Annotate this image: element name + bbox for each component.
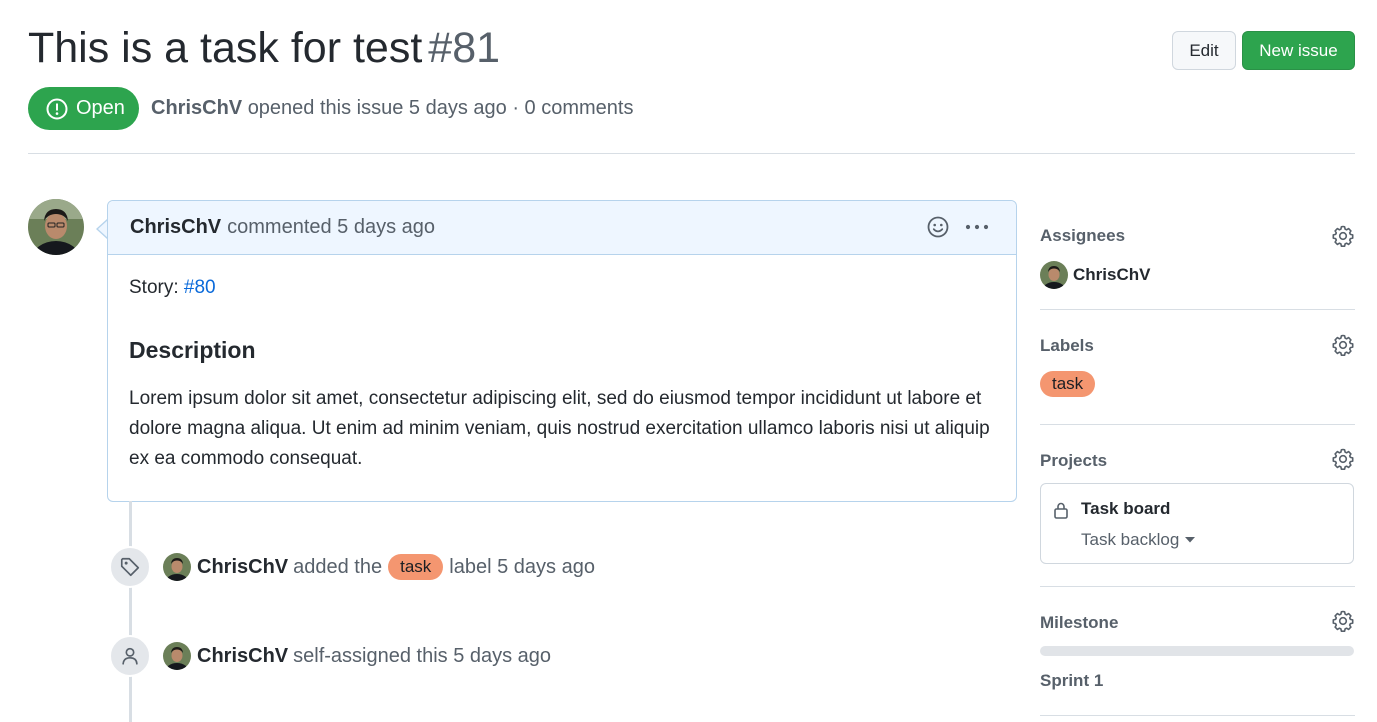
- comment-timestamp[interactable]: commented 5 days ago: [227, 216, 435, 239]
- event-label-task[interactable]: task: [388, 554, 444, 580]
- sidebar-divider: [1040, 424, 1355, 425]
- sidebar-milestone: Milestone: [1040, 610, 1355, 633]
- event-actor[interactable]: ChrisChV: [197, 556, 288, 579]
- tag-icon: [120, 557, 140, 577]
- avatar-image: [28, 199, 84, 255]
- issue-meta: ChrisChV opened this issue 5 days ago · …: [151, 96, 633, 120]
- comment-author[interactable]: ChrisChV: [130, 216, 221, 239]
- project-column-name: Task backlog: [1081, 530, 1180, 549]
- kebab-horizontal-icon[interactable]: [964, 215, 990, 239]
- issue-opened-icon: [46, 98, 68, 119]
- labels-heading[interactable]: Labels: [1040, 336, 1355, 356]
- person-icon: [122, 647, 138, 665]
- issue-number: #81: [428, 24, 501, 72]
- comment-actions: [926, 215, 990, 239]
- lock-icon: [1054, 502, 1068, 519]
- caret-down-icon: [1185, 537, 1196, 543]
- assignee-name[interactable]: ChrisChV: [1073, 265, 1150, 285]
- comment-author-avatar[interactable]: [28, 199, 84, 255]
- header-divider: [28, 153, 1355, 154]
- gear-icon[interactable]: [1331, 224, 1355, 248]
- project-column-select[interactable]: Task backlog: [1081, 530, 1196, 550]
- project-card[interactable]: Task board Task backlog: [1040, 483, 1354, 564]
- issue-opened-text: opened this issue 5 days ago · 0 comment…: [247, 97, 634, 119]
- gear-icon[interactable]: [1331, 609, 1355, 633]
- avatar-image: [163, 642, 191, 670]
- story-prefix: Story:: [129, 277, 184, 298]
- issue-title-text: This is a task for test: [28, 24, 423, 72]
- timeline-line: [129, 501, 132, 722]
- issue-state-label: Open: [76, 97, 125, 119]
- description-text: Lorem ipsum dolor sit amet, consectetur …: [129, 388, 990, 469]
- issue-title: This is a task for test #81: [28, 22, 500, 74]
- story-link[interactable]: #80: [184, 277, 216, 298]
- description-heading: Description: [129, 337, 256, 363]
- timeline-event-labeled: ChrisChV added the task label 5 days ago: [109, 546, 595, 588]
- comment-header: ChrisChV commented 5 days ago: [108, 201, 1016, 255]
- event-text: self-assigned this 5 days ago: [293, 644, 552, 667]
- event-actor-avatar[interactable]: [163, 553, 191, 581]
- edit-button[interactable]: Edit: [1172, 31, 1236, 70]
- event-text-after: label 5 days ago: [449, 555, 595, 578]
- event-actor-avatar[interactable]: [163, 642, 191, 670]
- new-issue-button[interactable]: New issue: [1242, 31, 1355, 70]
- sidebar-label-task[interactable]: task: [1040, 371, 1096, 397]
- sidebar-projects: Projects: [1040, 448, 1355, 471]
- assignee-avatar[interactable]: [1040, 261, 1068, 289]
- story-line: Story: #80: [129, 277, 995, 299]
- sidebar-labels: Labels task: [1040, 333, 1355, 397]
- milestone-progress-bar: [1040, 646, 1354, 656]
- milestone-name[interactable]: Sprint 1: [1040, 671, 1355, 691]
- sidebar-assignees: Assignees ChrisChV: [1040, 224, 1355, 289]
- event-icon-wrap: [109, 546, 151, 588]
- assignees-heading[interactable]: Assignees: [1040, 226, 1355, 246]
- issue-author-link[interactable]: ChrisChV: [151, 97, 242, 119]
- milestone-heading[interactable]: Milestone: [1040, 613, 1355, 633]
- project-board-name[interactable]: Task board: [1081, 499, 1170, 519]
- milestone-item: Sprint 1: [1040, 671, 1355, 691]
- assignee-item[interactable]: ChrisChV: [1040, 261, 1355, 289]
- timeline-event-assigned: ChrisChV self-assigned this 5 days ago: [109, 635, 551, 677]
- sidebar-divider: [1040, 715, 1355, 716]
- gear-icon[interactable]: [1331, 447, 1355, 471]
- sidebar-divider: [1040, 309, 1355, 310]
- sidebar-divider: [1040, 586, 1355, 587]
- smiley-icon[interactable]: [926, 215, 950, 239]
- event-text-before: added the: [293, 555, 383, 578]
- avatar-image: [163, 553, 191, 581]
- avatar-image: [1040, 261, 1068, 289]
- issue-state-badge: Open: [28, 87, 139, 130]
- event-icon-wrap: [109, 635, 151, 677]
- projects-heading[interactable]: Projects: [1040, 451, 1355, 471]
- comment-body: Story: #80 Description Lorem ipsum dolor…: [108, 255, 1016, 496]
- gear-icon[interactable]: [1331, 333, 1355, 357]
- event-actor[interactable]: ChrisChV: [197, 645, 288, 668]
- comment-box: ChrisChV commented 5 days ago Story: #80…: [107, 200, 1017, 502]
